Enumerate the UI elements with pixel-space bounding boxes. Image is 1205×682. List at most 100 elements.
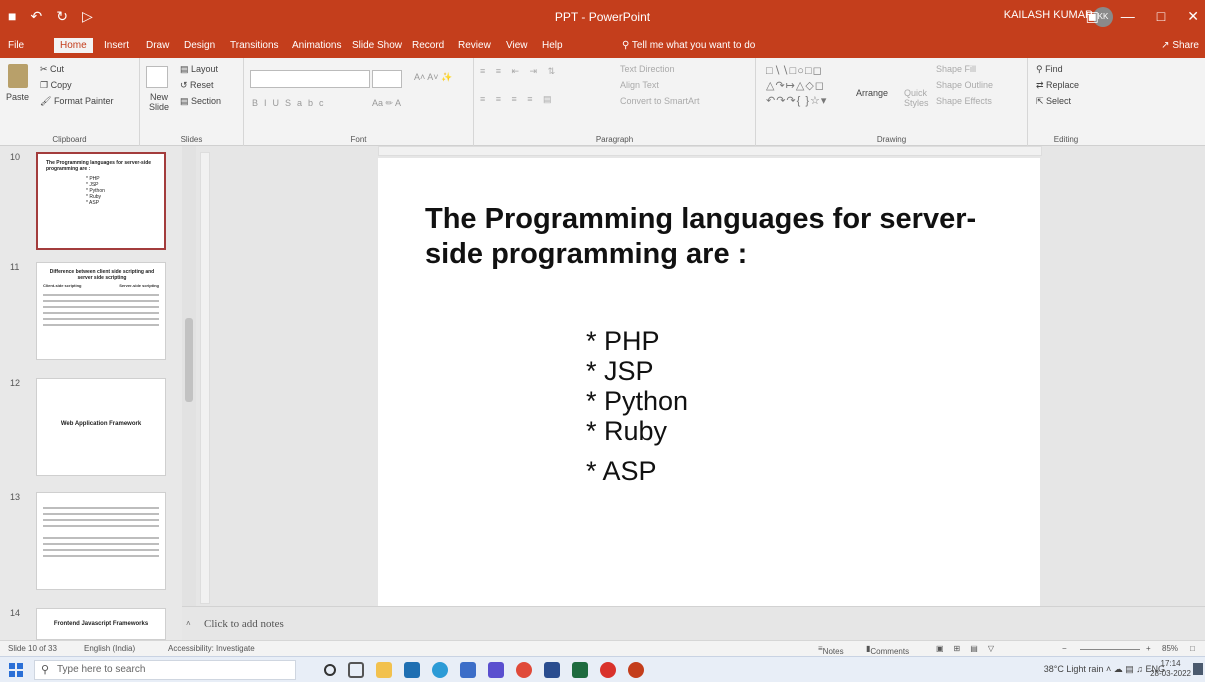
font-size-buttons[interactable]: A˄ A˅ ✨ — [414, 72, 452, 83]
slide-thumbnail-11[interactable]: Difference between client side scripting… — [36, 262, 166, 360]
scrollbar-thumb[interactable] — [185, 318, 193, 402]
tab-home[interactable]: Home — [54, 38, 93, 53]
font-name-box[interactable] — [250, 70, 370, 88]
windows-start-icon[interactable] — [9, 663, 23, 677]
new-slide-icon[interactable] — [146, 66, 168, 88]
tab-transitions[interactable]: Transitions — [230, 40, 279, 51]
user-name[interactable]: KAILASH KUMAR — [1004, 9, 1093, 21]
chrome-profile-icon[interactable] — [600, 662, 616, 678]
font-color-buttons[interactable]: Aa ✏ A — [372, 98, 401, 109]
tab-animations[interactable]: Animations — [292, 40, 341, 51]
text-direction-button[interactable]: Text Direction — [620, 64, 675, 74]
tab-help[interactable]: Help — [542, 40, 563, 51]
paste-icon[interactable] — [8, 64, 28, 88]
tab-review[interactable]: Review — [458, 40, 491, 51]
tab-file[interactable]: File — [8, 40, 24, 51]
zoom-level[interactable]: 85% — [1162, 644, 1178, 653]
notes-placeholder[interactable]: Click to add notes — [204, 618, 284, 630]
task-view-icon[interactable] — [348, 662, 364, 678]
slide-title[interactable]: The Programming languages for server-sid… — [425, 202, 1025, 272]
tab-draw[interactable]: Draw — [146, 40, 169, 51]
tray-icons[interactable]: ˄ ☁ ▤ ♫ — [1106, 664, 1143, 674]
ribbon: Paste ✂ Cut ❐ Copy 🖌 Format Painter Clip… — [0, 58, 1205, 146]
maximize-button[interactable]: □ — [1157, 8, 1165, 25]
weather-status[interactable]: 38°C Light rain — [1044, 664, 1104, 674]
paragraph-label: Paragraph — [595, 135, 634, 144]
edge-icon[interactable] — [432, 662, 448, 678]
clock[interactable]: 17:14 28-03-2022 — [1150, 659, 1191, 679]
app-icon[interactable] — [488, 662, 504, 678]
arrange-button[interactable]: Arrange — [856, 88, 888, 98]
tab-view[interactable]: View — [506, 40, 528, 51]
slide-canvas[interactable]: The Programming languages for server-sid… — [378, 158, 1040, 606]
thumbnail-number: 11 — [10, 262, 20, 272]
ribbon-display-options-icon[interactable]: ▣ — [1086, 8, 1099, 25]
notes-toggle[interactable]: ≡ Notes — [818, 644, 844, 656]
slides-label: Slides — [180, 135, 203, 144]
replace-button[interactable]: ⇄ Replace — [1036, 80, 1079, 91]
font-size-box[interactable] — [372, 70, 402, 88]
file-explorer-icon[interactable] — [376, 662, 392, 678]
slide-list-item: * ASP — [586, 456, 657, 486]
clock-time: 17:14 — [1160, 659, 1181, 668]
tell-me-label: Tell me what you want to do — [631, 40, 756, 51]
quick-styles-button[interactable]: Quick Styles — [904, 88, 932, 108]
slide-thumbnail-10[interactable]: The Programming languages for server-sid… — [36, 152, 166, 250]
new-slide-button[interactable]: New Slide — [144, 92, 174, 112]
tab-design[interactable]: Design — [184, 40, 215, 51]
view-buttons[interactable]: ▣⊞▤▽ — [936, 644, 1004, 653]
taskbar-app-icons — [324, 662, 644, 678]
layout-button[interactable]: ▤ Layout — [180, 64, 218, 75]
powerpoint-icon[interactable] — [628, 662, 644, 678]
slide-thumbnail-12[interactable]: Web Application Framework — [36, 378, 166, 476]
paste-button[interactable]: Paste — [6, 92, 29, 102]
taskbar-search-input[interactable]: ⚲ Type here to search — [34, 660, 296, 680]
notes-pane[interactable]: ˄ Click to add notes — [182, 606, 1205, 640]
slide-bullet-list[interactable]: * PHP * JSP * Python * Ruby * ASP — [586, 326, 688, 486]
cut-button[interactable]: ✂ Cut — [40, 64, 64, 75]
reset-button[interactable]: ↺ Reset — [180, 80, 214, 91]
fit-to-window-icon[interactable]: □ — [1190, 644, 1195, 653]
thumbnail-scrollbar[interactable] — [182, 146, 196, 640]
notification-icon[interactable] — [1193, 663, 1203, 675]
slide-thumbnail-13[interactable] — [36, 492, 166, 590]
language-status[interactable]: English (India) — [84, 644, 135, 653]
find-button[interactable]: ⚲ Find — [1036, 64, 1063, 75]
comments-toggle[interactable]: ▮ Comments — [866, 644, 909, 656]
tell-me-search[interactable]: ⚲ Tell me what you want to do — [622, 40, 755, 51]
tab-slide-show[interactable]: Slide Show — [352, 40, 402, 51]
convert-smartart-button[interactable]: Convert to SmartArt — [620, 96, 700, 106]
zoom-in-button[interactable]: + — [1146, 644, 1151, 653]
photos-icon[interactable] — [404, 662, 420, 678]
font-format-buttons[interactable]: BIUSabc — [252, 98, 330, 108]
vscode-icon[interactable] — [544, 662, 560, 678]
accessibility-status[interactable]: Accessibility: Investigate — [168, 644, 255, 653]
shapes-gallery[interactable]: □∖∖□○□◻ △↷↦△◇◻ ↶↷↷{ }☆▾ — [766, 64, 850, 116]
select-button[interactable]: ⇱ Select — [1036, 96, 1071, 107]
zoom-slider[interactable] — [1080, 649, 1140, 650]
format-painter-button[interactable]: 🖌 Format Painter — [40, 96, 113, 107]
slide-thumbnail-14[interactable]: Frontend Javascript Frameworks — [36, 608, 166, 640]
minimize-button[interactable]: — — [1121, 8, 1135, 25]
share-button[interactable]: ↗ Share — [1161, 40, 1199, 51]
list-buttons[interactable]: ≡ ≡ ⇤ ⇥ ⇅ — [480, 66, 559, 77]
store-icon[interactable] — [460, 662, 476, 678]
shape-effects-button[interactable]: Shape Effects — [936, 96, 992, 106]
align-buttons[interactable]: ≡ ≡ ≡ ≡ ▤ — [480, 94, 556, 105]
shape-fill-button[interactable]: Shape Fill — [936, 64, 976, 74]
tab-record[interactable]: Record — [412, 40, 444, 51]
system-tray[interactable]: 38°C Light rain ˄ ☁ ▤ ♫ ENG — [1044, 664, 1165, 675]
section-button[interactable]: ▤ Section — [180, 96, 221, 107]
editing-label: Editing — [1053, 135, 1079, 144]
chevron-up-icon[interactable]: ˄ — [186, 619, 196, 629]
app-icon[interactable] — [572, 662, 588, 678]
zoom-out-button[interactable]: − — [1062, 644, 1067, 653]
copy-button[interactable]: ❐ Copy — [40, 80, 72, 91]
chrome-icon[interactable] — [516, 662, 532, 678]
align-text-button[interactable]: Align Text — [620, 80, 659, 90]
cortana-icon[interactable] — [324, 664, 336, 676]
thumbnail-number: 14 — [10, 608, 21, 618]
tab-insert[interactable]: Insert — [104, 40, 129, 51]
close-button[interactable]: ✕ — [1187, 8, 1199, 25]
shape-outline-button[interactable]: Shape Outline — [936, 80, 993, 90]
